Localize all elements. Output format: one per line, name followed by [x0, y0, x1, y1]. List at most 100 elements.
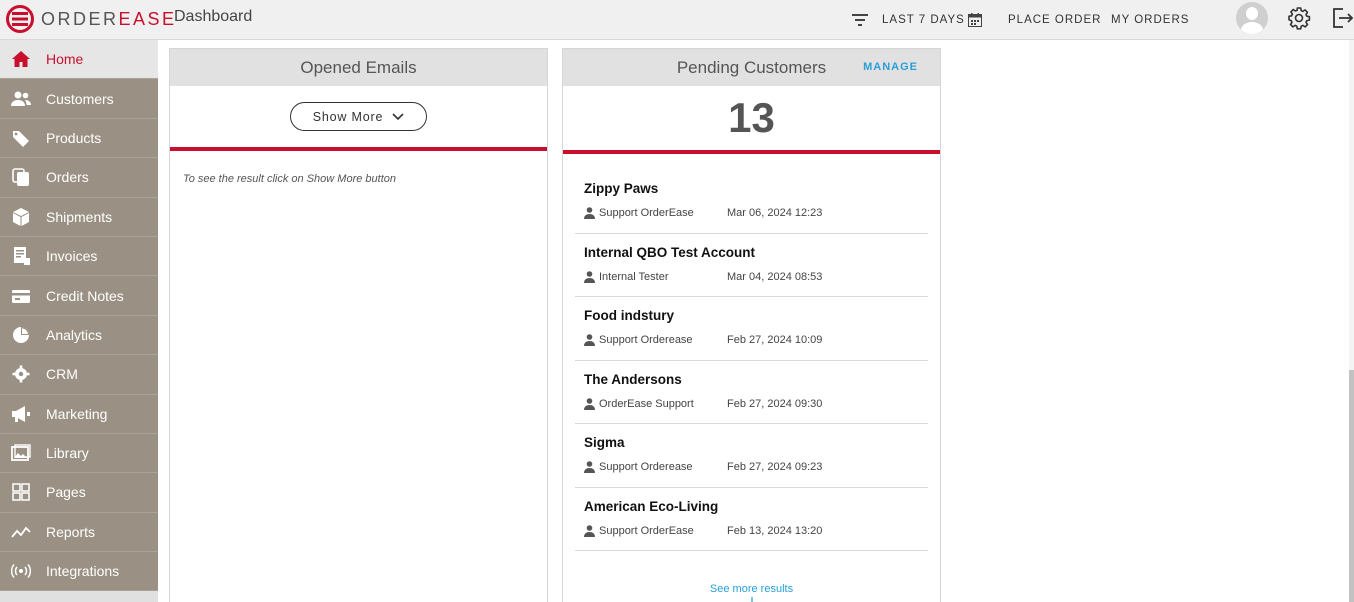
sidebar-item-credit-notes[interactable]: Credit Notes — [0, 276, 158, 316]
sidebar-item-label: Reports — [46, 523, 96, 540]
invoice-icon — [10, 247, 32, 266]
customer-meta: Support OrderEase Feb 13, 2024 13:20 — [584, 525, 822, 537]
customer-name[interactable]: Sigma — [584, 435, 625, 450]
place-order-link[interactable]: PLACE ORDER — [1008, 0, 1101, 40]
grid-icon — [10, 483, 32, 502]
customer-name[interactable]: Zippy Paws — [584, 181, 658, 196]
date-filter-button[interactable]: LAST 7 DAYS — [852, 0, 982, 40]
sidebar-item-crm[interactable]: CRM — [0, 355, 158, 395]
dashboard-content: Opened Emails Show More To see the resul… — [158, 40, 1354, 602]
user-icon — [584, 461, 595, 473]
customer-date: Mar 06, 2024 12:23 — [727, 207, 823, 219]
list-item[interactable]: Internal QBO Test Account Internal Teste… — [575, 234, 928, 297]
customer-meta: Internal Tester Mar 04, 2024 08:53 — [584, 271, 822, 283]
show-more-hint: To see the result click on Show More but… — [183, 173, 396, 185]
sidebar-item-label: Analytics — [46, 326, 103, 343]
list-item[interactable]: Food indstury Support Orderease Feb 27, … — [575, 297, 928, 361]
user-icon — [584, 207, 595, 219]
sidebar-item-shipments[interactable]: Shipments — [0, 198, 158, 237]
ordereease-logo[interactable]: ORDEREASE — [6, 5, 177, 33]
calendar-icon — [967, 13, 982, 27]
list-item[interactable]: Sigma Support Orderease Feb 27, 2024 09:… — [575, 424, 928, 488]
customer-meta: Support OrderEase Mar 06, 2024 12:23 — [584, 207, 822, 219]
sidebar-item-integrations[interactable]: Integrations — [0, 552, 158, 592]
cog-icon — [10, 365, 32, 383]
sidebar-item-pages[interactable]: Pages — [0, 473, 158, 513]
pie-chart-icon — [10, 326, 32, 344]
box-icon — [10, 207, 32, 226]
sidebar-item-marketing[interactable]: Marketing — [0, 395, 158, 434]
pending-customers-title: Pending Customers — [676, 57, 827, 77]
home-icon — [10, 50, 32, 68]
date-filter-label: LAST 7 DAYS — [882, 14, 965, 26]
sidebar-item-orders[interactable]: Orders — [0, 158, 158, 198]
filter-icon — [852, 14, 868, 26]
user-icon — [584, 334, 595, 346]
logo-text-suffix: EASE — [118, 8, 177, 29]
sidebar-item-customers[interactable]: Customers — [0, 79, 158, 119]
sidebar-item-label: Library — [46, 445, 89, 462]
pending-customers-card: Pending Customers MANAGE 13 Zippy Paws S… — [562, 48, 941, 602]
customer-created-by: Support Orderease — [599, 461, 693, 473]
customer-name[interactable]: Internal QBO Test Account — [584, 245, 755, 260]
customer-created-by: Support Orderease — [599, 334, 693, 346]
orders-icon — [10, 168, 32, 187]
logout-icon[interactable] — [1330, 6, 1354, 30]
customers-icon — [10, 90, 32, 108]
sidebar-item-label: Shipments — [46, 208, 113, 225]
pending-customers-header: Pending Customers MANAGE — [563, 49, 940, 86]
sidebar-nav: Home Customers Products Orders Shipments… — [0, 40, 158, 602]
customer-date: Feb 27, 2024 09:30 — [727, 397, 823, 410]
sidebar-item-label: Customers — [46, 90, 114, 107]
my-orders-link[interactable]: MY ORDERS — [1111, 0, 1189, 40]
sidebar-item-label: Marketing — [46, 405, 108, 422]
list-item[interactable]: Zippy Paws Support OrderEase Mar 06, 202… — [575, 170, 928, 234]
pending-customers-count: 13 — [563, 86, 940, 154]
sidebar-item-label: Home — [46, 51, 84, 68]
megaphone-icon — [10, 405, 32, 423]
customer-date: Mar 04, 2024 08:53 — [727, 270, 823, 283]
show-more-button[interactable]: Show More — [290, 102, 427, 131]
sidebar-item-analytics[interactable]: Analytics — [0, 316, 158, 356]
sidebar-item-label: Products — [46, 129, 102, 146]
chevron-down-icon — [392, 112, 404, 120]
trend-icon — [10, 523, 32, 541]
customer-meta: OrderEase Support Feb 27, 2024 09:30 — [584, 398, 822, 410]
customer-name[interactable]: American Eco-Living — [584, 499, 718, 514]
credit-card-icon — [10, 287, 32, 305]
sidebar-item-label: CRM — [46, 366, 78, 383]
user-icon — [584, 270, 595, 283]
sidebar-item-label: Integrations — [46, 563, 120, 580]
see-more-results-link[interactable]: See more results — [563, 583, 940, 595]
image-icon — [10, 444, 32, 462]
logo-mark-icon — [6, 5, 34, 33]
customer-name[interactable]: Food indstury — [584, 308, 674, 323]
customer-name[interactable]: The Andersons — [584, 372, 682, 387]
show-more-label: Show More — [312, 109, 384, 124]
sidebar-item-invoices[interactable]: Invoices — [0, 237, 158, 277]
sidebar-item-products[interactable]: Products — [0, 119, 158, 159]
logo-text: ORDEREASE — [41, 9, 177, 30]
sidebar-item-home[interactable]: Home — [0, 40, 158, 80]
sidebar-item-label: Invoices — [46, 248, 98, 265]
user-avatar[interactable] — [1236, 2, 1268, 34]
broadcast-icon — [10, 562, 32, 580]
show-more-row: Show More — [170, 86, 547, 151]
arrow-down-icon[interactable] — [748, 597, 756, 602]
customer-date: Feb 27, 2024 09:23 — [727, 461, 823, 473]
page-scrollbar-thumb[interactable] — [1349, 370, 1354, 602]
sidebar-item-reports[interactable]: Reports — [0, 513, 158, 553]
sidebar-item-library[interactable]: Library — [0, 434, 158, 474]
list-item[interactable]: The Andersons OrderEase Support Feb 27, … — [575, 361, 928, 424]
sidebar-item-label: Orders — [46, 169, 89, 186]
list-item[interactable]: American Eco-Living Support OrderEase Fe… — [575, 488, 928, 551]
pending-customers-list: Zippy Paws Support OrderEase Mar 06, 202… — [563, 154, 940, 551]
tag-icon — [10, 129, 32, 147]
gear-icon[interactable] — [1287, 6, 1311, 30]
customer-created-by: Support OrderEase — [599, 207, 694, 219]
sidebar-footer — [0, 591, 158, 602]
customer-date: Feb 27, 2024 10:09 — [727, 334, 823, 346]
manage-link[interactable]: MANAGE — [863, 61, 918, 73]
opened-emails-title: Opened Emails — [170, 49, 547, 86]
sidebar-item-label: Pages — [46, 484, 86, 501]
